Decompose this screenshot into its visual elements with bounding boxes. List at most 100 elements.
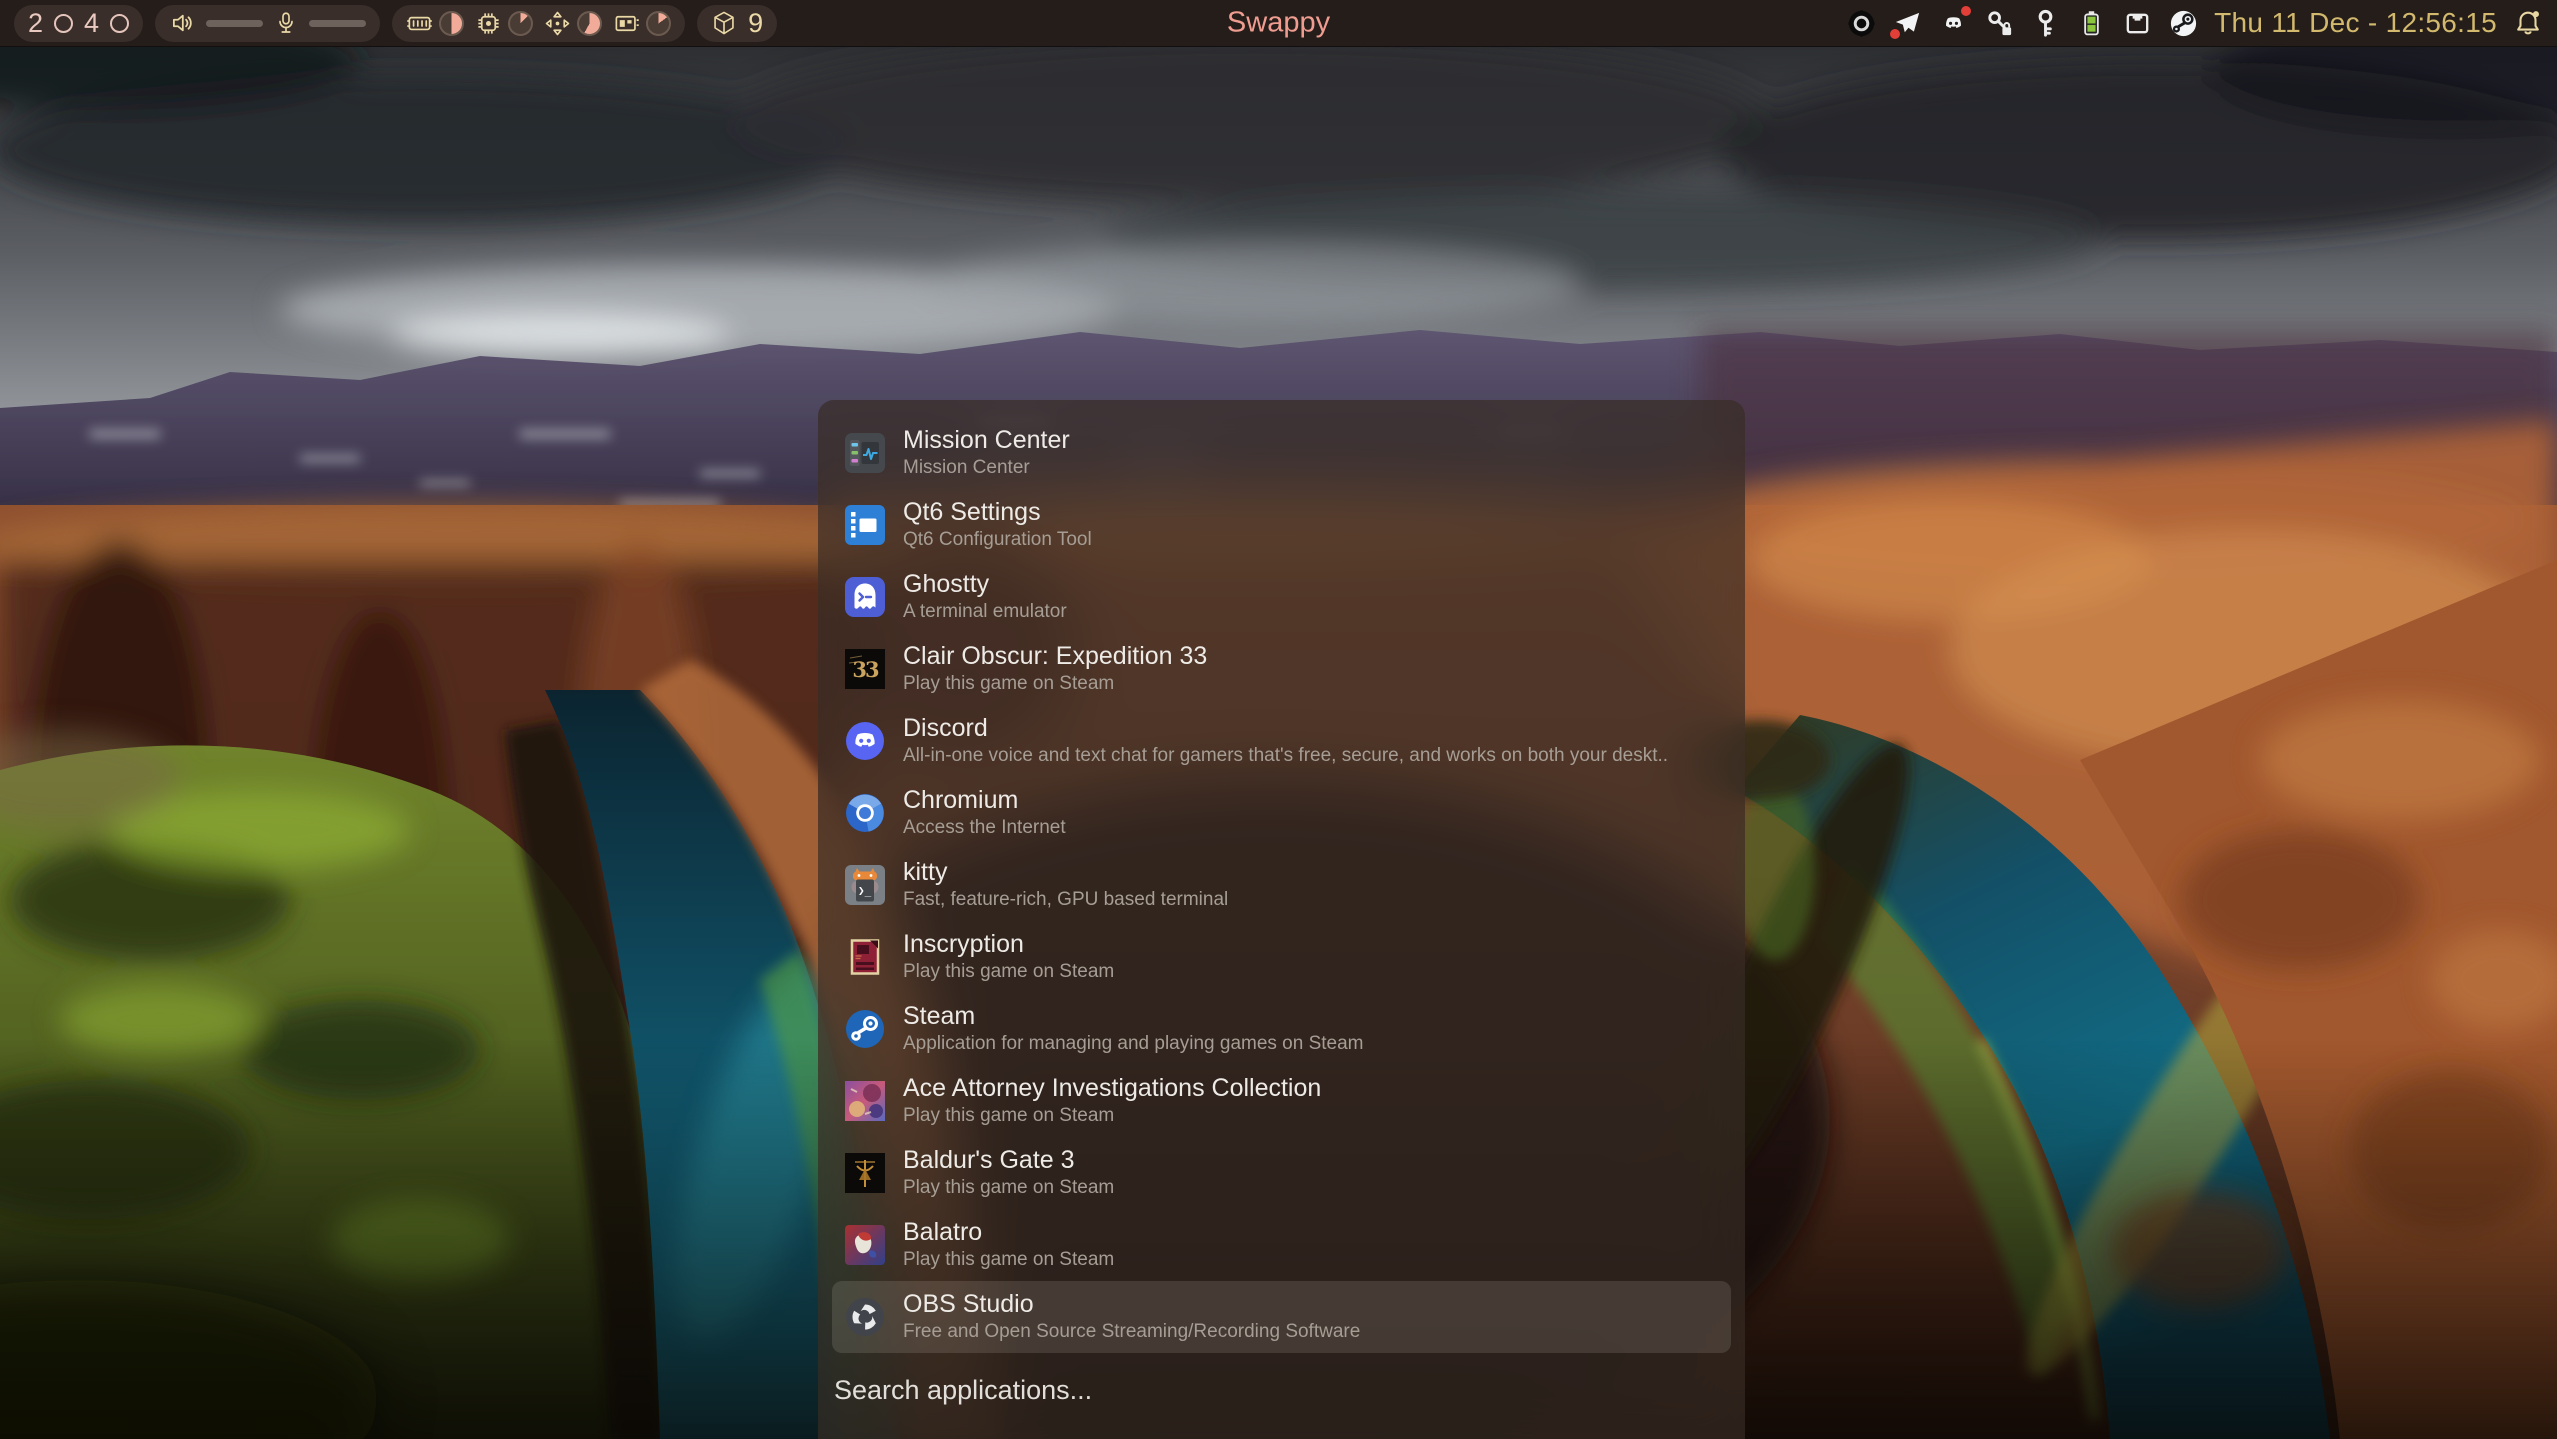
launcher-item[interactable]: Ace Attorney Investigations CollectionPl…	[832, 1065, 1731, 1137]
app-texts: InscryptionPlay this game on Steam	[903, 930, 1114, 985]
gamepad-usage-gauge	[577, 11, 602, 36]
cpu-usage-gauge	[508, 11, 533, 36]
app-title: Qt6 Settings	[903, 498, 1092, 527]
battery-icon[interactable]	[2076, 8, 2107, 39]
memory-sensor	[406, 10, 464, 37]
sensors-pill	[392, 5, 685, 42]
launcher-item[interactable]: 33 Clair Obscur: Expedition 33Play this g…	[832, 633, 1731, 705]
launcher-item[interactable]: BalatroPlay this game on Steam	[832, 1209, 1731, 1281]
app-title: Steam	[903, 1002, 1364, 1031]
app-description: Play this game on Steam	[903, 961, 1114, 984]
telegram-icon[interactable]	[1892, 8, 1923, 39]
launcher-item[interactable]: InscryptionPlay this game on Steam	[832, 921, 1731, 993]
obs-studio-icon	[845, 1297, 885, 1337]
app-description: Play this game on Steam	[903, 1177, 1114, 1200]
gpu-sensor	[613, 10, 671, 37]
qt6-settings-icon	[845, 505, 885, 545]
key-lock-icon[interactable]	[1984, 8, 2015, 39]
launcher-item[interactable]: Baldur's Gate 3Play this game on Steam	[832, 1137, 1731, 1209]
app-texts: OBS StudioFree and Open Source Streaming…	[903, 1290, 1360, 1345]
updates-pill[interactable]: 9	[697, 5, 777, 42]
steam-tray-icon[interactable]	[2168, 8, 2199, 39]
app-texts: Mission CenterMission Center	[903, 426, 1070, 481]
app-description: Application for managing and playing gam…	[903, 1033, 1364, 1056]
top-bar: 24 9 Swappy Thu 11 Dec - 12:56:15	[0, 0, 2557, 47]
app-description: Play this game on Steam	[903, 1105, 1321, 1128]
volume-slider[interactable]	[206, 20, 263, 27]
workspace-indicator[interactable]: 2	[28, 10, 43, 37]
app-texts: DiscordAll-in-one voice and text chat fo…	[903, 714, 1668, 769]
launcher-item[interactable]: SteamApplication for managing and playin…	[832, 993, 1731, 1065]
launcher-item[interactable]: DiscordAll-in-one voice and text chat fo…	[832, 705, 1731, 777]
app-texts: Clair Obscur: Expedition 33Play this gam…	[903, 642, 1207, 697]
workspace-indicator-empty[interactable]	[110, 14, 129, 33]
workspaces-pill: 24	[14, 5, 143, 42]
search-input[interactable]	[834, 1375, 1594, 1406]
launcher-item[interactable]: ChromiumAccess the Internet	[832, 777, 1731, 849]
app-list: Mission CenterMission Center Qt6 Settings…	[818, 417, 1745, 1353]
app-description: Access the Internet	[903, 817, 1066, 840]
workspace-indicator[interactable]: 4	[84, 10, 99, 37]
window-title: Swappy	[1227, 7, 1330, 40]
desktop: 24 9 Swappy Thu 11 Dec - 12:56:15 Missio…	[0, 0, 2557, 1439]
top-bar-left: 24 9	[14, 5, 777, 42]
app-title: OBS Studio	[903, 1290, 1360, 1319]
workspace-indicator-empty[interactable]	[54, 14, 73, 33]
package-icon	[711, 10, 737, 36]
gpu-usage-gauge	[646, 11, 671, 36]
app-texts: kittyFast, feature-rich, GPU based termi…	[903, 858, 1228, 913]
app-texts: Qt6 SettingsQt6 Configuration Tool	[903, 498, 1092, 553]
clock: Thu 11 Dec - 12:56:15	[2214, 7, 2497, 39]
launcher-panel: Mission CenterMission Center Qt6 Settings…	[818, 400, 1745, 1439]
app-description: Free and Open Source Streaming/Recording…	[903, 1321, 1360, 1344]
memory-usage-gauge	[439, 11, 464, 36]
steelseries-icon[interactable]	[1846, 8, 1877, 39]
app-texts: GhosttyA terminal emulator	[903, 570, 1067, 625]
discord-icon	[845, 721, 885, 761]
app-title: Clair Obscur: Expedition 33	[903, 642, 1207, 671]
top-bar-right: Thu 11 Dec - 12:56:15	[1846, 7, 2543, 39]
app-texts: SteamApplication for managing and playin…	[903, 1002, 1364, 1057]
balatro-icon	[845, 1225, 885, 1265]
chromium-icon	[845, 793, 885, 833]
steam-app-icon	[845, 1009, 885, 1049]
app-title: Baldur's Gate 3	[903, 1146, 1114, 1175]
app-title: kitty	[903, 858, 1228, 887]
cpu-sensor	[475, 10, 533, 37]
app-texts: BalatroPlay this game on Steam	[903, 1218, 1114, 1273]
ace-attorney-icon	[845, 1081, 885, 1121]
key-icon[interactable]	[2030, 8, 2061, 39]
kitty-icon: ❯_	[845, 865, 885, 905]
app-title: Ace Attorney Investigations Collection	[903, 1074, 1321, 1103]
notification-badge	[1890, 29, 1900, 39]
app-title: Discord	[903, 714, 1668, 743]
updates-count: 9	[748, 10, 763, 37]
app-description: A terminal emulator	[903, 601, 1067, 624]
launcher-item[interactable]: Mission CenterMission Center	[832, 417, 1731, 489]
ghostty-icon	[845, 577, 885, 617]
gamepad-icon	[544, 10, 571, 37]
mic-slider[interactable]	[309, 20, 366, 27]
launcher-item[interactable]: ❯_ kittyFast, feature-rich, GPU based ter…	[832, 849, 1731, 921]
microphone-icon	[274, 10, 298, 36]
network-icon[interactable]	[2122, 8, 2153, 39]
app-title: Inscryption	[903, 930, 1114, 959]
app-texts: Baldur's Gate 3Play this game on Steam	[903, 1146, 1114, 1201]
app-texts: ChromiumAccess the Internet	[903, 786, 1066, 841]
app-description: Qt6 Configuration Tool	[903, 529, 1092, 552]
app-title: Ghostty	[903, 570, 1067, 599]
app-texts: Ace Attorney Investigations CollectionPl…	[903, 1074, 1321, 1129]
launcher-item[interactable]: GhosttyA terminal emulator	[832, 561, 1731, 633]
app-description: Play this game on Steam	[903, 1249, 1114, 1272]
bell-icon[interactable]	[2512, 8, 2543, 39]
app-description: Play this game on Steam	[903, 673, 1207, 696]
svg-text:33: 33	[852, 657, 879, 682]
app-title: Balatro	[903, 1218, 1114, 1247]
gamepad-sensor	[544, 10, 602, 37]
clair-obscur-icon: 33	[845, 649, 885, 689]
discord-tray-icon[interactable]	[1938, 8, 1969, 39]
app-description: Mission Center	[903, 457, 1070, 480]
launcher-item[interactable]: Qt6 SettingsQt6 Configuration Tool	[832, 489, 1731, 561]
launcher-item[interactable]: OBS StudioFree and Open Source Streaming…	[832, 1281, 1731, 1353]
baldurs-gate-3-icon	[845, 1153, 885, 1193]
